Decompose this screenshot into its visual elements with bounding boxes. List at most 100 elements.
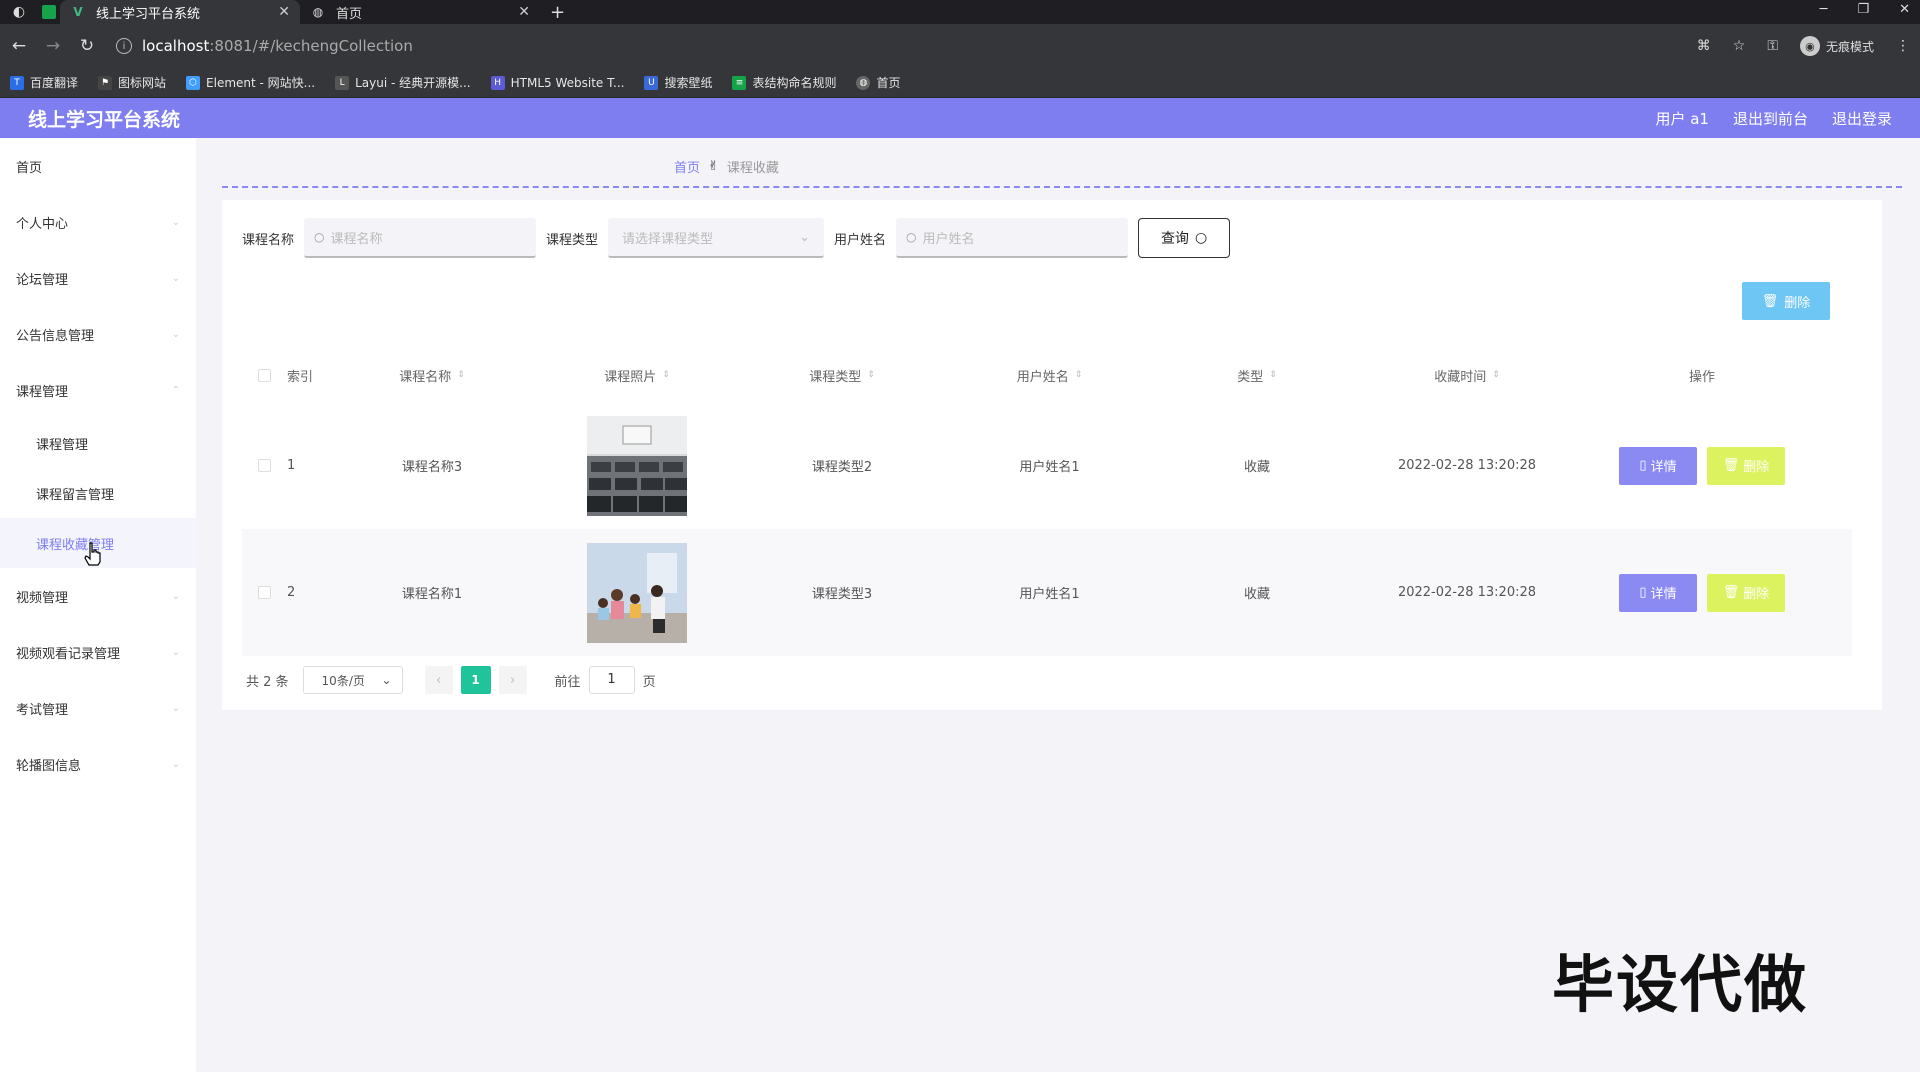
close-icon[interactable]: ✕ [518,4,530,20]
sidebar-item-label: 视频观看记录管理 [16,646,121,662]
reload-icon[interactable]: ↻ [72,36,102,56]
sidebar-item-carousel[interactable]: 轮播图信息 ⌄ [0,736,196,792]
search-icon: ○ [906,230,917,244]
bookmark-item[interactable]: ≡ 表结构命名规则 [732,74,836,91]
restore-icon[interactable]: ❐ [1857,0,1869,20]
header-kind[interactable]: 类型 ⇕ [1162,366,1352,385]
pagination: 共 2 条 10条/页 ⌄ ‹ 1 › 前往 1 页 [246,666,656,694]
course-type-placeholder: 请选择课程类型 [622,231,714,247]
row-course-name: 课程名称1 [401,587,463,602]
sort-icon[interactable]: ⇕ [457,370,465,380]
tab-home[interactable]: ◍ 首页 ✕ [300,0,540,24]
more-menu-icon[interactable]: ⋮ [1896,38,1910,54]
course-type-select[interactable]: 请选择课程类型 ⌄ [608,218,825,258]
course-name-input[interactable]: ○ 课程名称 [304,218,537,258]
translate-icon[interactable]: ⌘ [1697,38,1711,54]
sidebar-item-notice[interactable]: 公告信息管理 ⌄ [0,306,196,362]
bookmark-item[interactable]: H HTML5 Website T... [490,75,624,90]
bookmark-label: Element - 网站快... [206,76,316,90]
back-icon[interactable]: ← [4,36,34,56]
chevron-down-icon: ⌄ [171,590,180,602]
tab-app[interactable]: V 线上学习平台系统 ✕ [60,0,300,24]
header-collect-time[interactable]: 收藏时间 ⇕ [1352,366,1582,385]
url-field[interactable]: i localhost :8081/#/kechengCollection [116,37,413,55]
delete-button[interactable]: 🗑 删除 [1707,573,1785,612]
back-to-front-link[interactable]: 退出到前台 [1733,108,1808,129]
browser-menu-icon[interactable]: ◐ [8,1,30,23]
incognito-label: 无痕模式 [1825,39,1874,54]
header-course-photo[interactable]: 课程照片 ⇕ [527,366,747,385]
bookmark-star-icon[interactable]: ☆ [1733,38,1746,54]
key-icon[interactable]: ⚿ [1767,38,1778,54]
batch-delete-button[interactable]: 🗑 删除 [1742,282,1830,320]
bookmarks-bar: T 百度翻译 ⚑ 图标网站 ⬡ Element - 网站快... L Layui - 经… [0,68,1920,98]
row-user-name: 用户姓名1 [1019,460,1080,475]
sidebar-subitem-course-comment[interactable]: 课程留言管理 [0,468,196,518]
app-header: 线上学习平台系统 用户 a1 退出到前台 退出登录 [0,98,1920,138]
sidebar-item-exam[interactable]: 考试管理 ⌄ [0,680,196,736]
info-icon[interactable]: i [116,38,132,54]
breadcrumb: 首页 ✌ 课程收藏 [674,157,779,176]
breadcrumb-home[interactable]: 首页 [674,157,700,176]
sidebar-item-course[interactable]: 课程管理 ⌃ [0,362,196,418]
sidebar-item-forum[interactable]: 论坛管理 ⌄ [0,250,196,306]
chevron-down-icon: ⌄ [171,702,180,714]
bookmark-item[interactable]: ◍ 首页 [856,74,901,91]
bookmark-item[interactable]: ⬡ Element - 网站快... [186,74,315,91]
sort-icon[interactable]: ⇕ [662,370,670,380]
prev-page-icon[interactable]: ‹ [424,666,453,694]
trash-icon: 🗑 [1761,293,1779,309]
delete-button[interactable]: 🗑 删除 [1707,446,1785,485]
sidebar-item-video-record[interactable]: 视频观看记录管理 ⌄ [0,624,196,680]
incognito-badge[interactable]: ◉ 无痕模式 [1799,36,1874,56]
chevron-down-icon: ⌄ [171,272,180,284]
detail-button[interactable]: ▯ 详情 [1619,446,1697,485]
logout-link[interactable]: 退出登录 [1832,108,1892,129]
row-checkbox[interactable] [242,459,287,472]
bookmark-item[interactable]: T 百度翻译 [10,74,78,91]
close-icon[interactable]: ✕ [278,4,290,20]
bookmark-item[interactable]: ⚑ 图标网站 [98,74,166,91]
globe-icon: ◍ [856,75,871,90]
user-name-input[interactable]: ○ 用户姓名 [896,218,1129,258]
detail-button[interactable]: ▯ 详情 [1619,573,1697,612]
page-jump-input[interactable]: 1 [588,666,635,694]
row-checkbox[interactable] [242,586,287,599]
header-course-name[interactable]: 课程名称 ⇕ [337,366,527,385]
minimize-icon[interactable]: ─ [1820,0,1828,20]
delete-label: 删除 [1743,587,1770,602]
sort-icon[interactable]: ⇕ [1492,370,1500,380]
bookmark-item[interactable]: U 搜索壁纸 [644,74,712,91]
row-kind: 收藏 [1243,587,1270,602]
sort-icon[interactable]: ⇕ [1269,370,1277,380]
bookmark-item[interactable]: L Layui - 经典开源模... [335,74,471,91]
window-close-icon[interactable]: ✕ [1899,0,1910,20]
sidebar-item-personal[interactable]: 个人中心 ⌄ [0,194,196,250]
sidebar-item-home[interactable]: 首页 [0,138,196,194]
sidebar-item-video[interactable]: 视频管理 ⌄ [0,568,196,624]
goto-suffix: 页 [642,674,656,690]
course-name-label: 课程名称 [242,232,295,248]
page-size-select[interactable]: 10条/页 ⌄ [302,666,403,694]
children-photo [587,542,687,643]
sidebar-subitem-course-manage[interactable]: 课程管理 [0,418,196,468]
wallpaper-icon: U [644,75,659,90]
current-user[interactable]: 用户 a1 [1655,108,1709,129]
sort-icon[interactable]: ⇕ [867,370,875,380]
header-course-type[interactable]: 课程类型 ⇕ [747,366,937,385]
select-all-checkbox[interactable] [242,368,287,382]
row-actions: ▯ 详情 🗑 删除 [1582,573,1822,612]
query-button[interactable]: 查询 ○ [1138,218,1231,258]
hand-icon: ✌ [708,159,719,174]
header-user-name[interactable]: 用户姓名 ⇕ [937,366,1162,385]
new-tab-icon[interactable]: + [550,2,565,24]
page-number-current[interactable]: 1 [460,666,491,694]
layui-icon: L [335,75,350,90]
next-page-icon[interactable]: › [498,666,527,694]
query-button-label: 查询 [1160,231,1189,247]
doc-icon: ▯ [1639,458,1647,473]
sort-icon[interactable]: ⇕ [1075,370,1083,380]
detail-label: 详情 [1650,460,1677,475]
forward-icon[interactable]: → [38,36,68,56]
pinned-tab-icon[interactable] [42,5,56,19]
